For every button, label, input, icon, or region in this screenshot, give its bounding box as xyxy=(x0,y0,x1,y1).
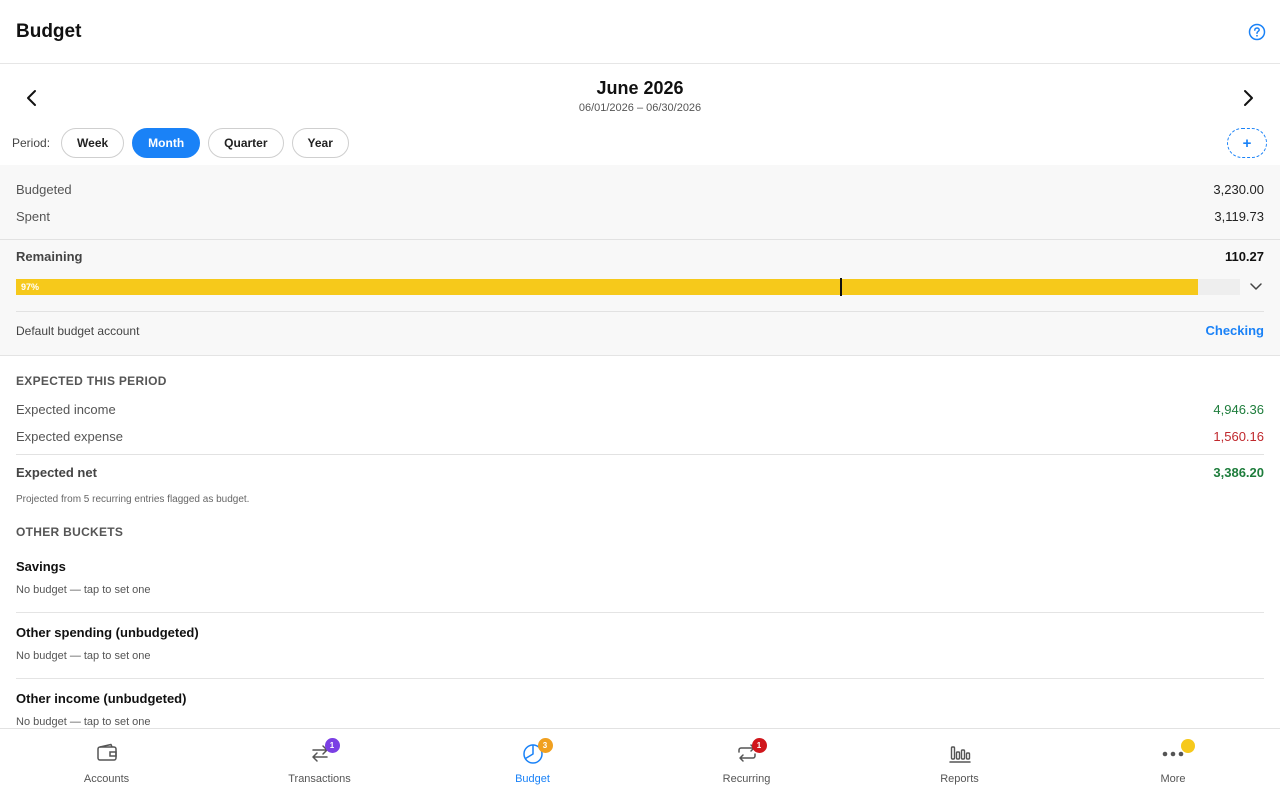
top-bar: Budget xyxy=(0,0,1280,64)
period-chip-week[interactable]: Week xyxy=(61,128,125,158)
bar-chart-icon xyxy=(948,746,971,763)
bucket-savings[interactable]: Savings No budget — tap to set one xyxy=(0,547,1280,613)
spent-value: 3,119.73 xyxy=(1214,209,1264,224)
question-circle-icon[interactable] xyxy=(1248,23,1266,41)
budgeted-label: Budgeted xyxy=(16,182,72,197)
period-chip-quarter[interactable]: Quarter xyxy=(208,128,284,158)
tab-label: Transactions xyxy=(288,773,351,785)
period-label: Period: xyxy=(12,136,51,150)
bucket-subtitle: No budget — tap to set one xyxy=(16,584,151,596)
notification-badge: 1 xyxy=(751,738,767,753)
tab-accounts[interactable]: Accounts xyxy=(0,729,213,801)
tab-budget[interactable]: 3 Budget xyxy=(426,729,639,801)
default-account-link[interactable]: Checking xyxy=(1205,323,1264,338)
expected-net-value: 3,386.20 xyxy=(1213,465,1264,480)
period-range: 06/01/2026 – 06/30/2026 xyxy=(578,102,702,114)
period-chip-month[interactable]: Month xyxy=(132,128,201,158)
divider xyxy=(0,239,1280,240)
tab-recurring[interactable]: 1 Recurring xyxy=(640,729,853,801)
tab-reports[interactable]: Reports xyxy=(853,729,1066,801)
expected-income-label: Expected income xyxy=(16,402,116,417)
status-dot xyxy=(1181,739,1195,753)
bucket-name: Savings xyxy=(16,559,66,574)
notification-badge: 1 xyxy=(324,738,340,753)
add-budget-button[interactable]: + xyxy=(1227,128,1267,158)
tab-more[interactable]: More xyxy=(1066,729,1280,801)
divider xyxy=(16,454,1264,455)
chevron-down-icon[interactable] xyxy=(1248,278,1264,294)
projection-note: Projected from 5 recurring entries flagg… xyxy=(16,494,250,505)
tab-label: More xyxy=(1160,773,1186,785)
period-title: June 2026 xyxy=(596,78,684,98)
today-marker xyxy=(839,278,842,296)
bucket-subtitle: No budget — tap to set one xyxy=(16,650,151,662)
tab-transactions[interactable]: 1 Transactions xyxy=(213,729,426,801)
remaining-row: Remaining 110.27 xyxy=(16,249,1264,264)
budget-progress-bar: 97% xyxy=(16,278,1240,296)
budget-progress-fill: 97% xyxy=(16,279,1199,295)
bottom-tab-bar: Accounts 1 Transactions 3 Budget 1 Recur… xyxy=(0,728,1280,800)
expected-expense-row: Expected expense 1,560.16 xyxy=(16,429,1264,444)
budget-summary: Budgeted 3,230.00 Spent 3,119.73 Remaini… xyxy=(0,165,1280,356)
default-account-row[interactable]: Default budget account Checking xyxy=(16,323,1264,338)
period-chip-year[interactable]: Year xyxy=(291,128,349,158)
tab-label: Reports xyxy=(940,773,979,785)
period-header: June 2026 06/01/2026 – 06/30/2026 Period… xyxy=(0,64,1280,164)
expected-expense-value: 1,560.16 xyxy=(1213,429,1264,444)
bucket-other-spending[interactable]: Other spending (unbudgeted) No budget — … xyxy=(0,613,1280,679)
spent-row: Spent 3,119.73 xyxy=(16,209,1264,224)
spent-label: Spent xyxy=(16,209,50,224)
tab-label: Budget xyxy=(515,773,550,785)
wallet-icon xyxy=(96,743,117,761)
default-account-label: Default budget account xyxy=(16,323,140,338)
expected-heading: EXPECTED THIS PERIOD xyxy=(16,374,167,388)
period-selector: Period: Week Month Quarter Year xyxy=(12,128,357,158)
remaining-value: 110.27 xyxy=(1224,249,1264,264)
bucket-name: Other spending (unbudgeted) xyxy=(16,625,199,640)
other-buckets-heading: OTHER BUCKETS xyxy=(16,525,124,539)
expected-net-label: Expected net xyxy=(16,465,97,480)
notification-badge: 3 xyxy=(537,738,553,753)
remaining-label: Remaining xyxy=(16,249,83,264)
expected-expense-label: Expected expense xyxy=(16,429,123,444)
expected-income-row: Expected income 4,946.36 xyxy=(16,402,1264,417)
expected-net-row: Expected net 3,386.20 xyxy=(16,465,1264,480)
page-title: Budget xyxy=(16,21,82,42)
chevron-right-icon[interactable] xyxy=(1236,86,1260,110)
progress-percent: 97% xyxy=(21,282,40,292)
tab-label: Accounts xyxy=(83,773,130,785)
bucket-subtitle: No budget — tap to set one xyxy=(16,716,151,728)
budgeted-value: 3,230.00 xyxy=(1213,182,1264,197)
budgeted-row: Budgeted 3,230.00 xyxy=(16,182,1264,197)
divider xyxy=(16,311,1264,312)
tab-label: Recurring xyxy=(722,773,771,785)
bucket-name: Other income (unbudgeted) xyxy=(16,691,187,706)
expected-income-value: 4,946.36 xyxy=(1213,402,1264,417)
